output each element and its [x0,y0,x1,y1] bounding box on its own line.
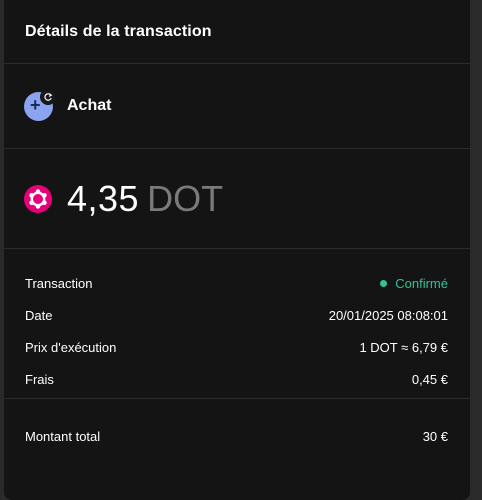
total-row: Montant total 30 € [4,399,470,474]
amount-value: 4,35 [67,177,140,219]
card-header: Détails de la transaction [4,0,470,64]
status-badge: Confirmé [380,276,448,291]
detail-value: 20/01/2025 08:08:01 [328,307,448,323]
detail-row-date: Date 20/01/2025 08:08:01 [25,299,448,331]
detail-label: Frais [25,371,54,387]
total-value: 30 € [422,429,448,444]
status-text: Confirmé [395,275,448,291]
detail-label: Date [25,307,53,323]
transaction-type-label: Achat [67,97,112,114]
detail-row-transaction: Transaction Confirmé [25,267,448,299]
amount-row: 4,35 DOT [4,149,470,249]
total-label: Montant total [25,429,101,444]
page-title: Détails de la transaction [25,22,212,40]
polkadot-icon [24,184,52,213]
detail-row-fees: Frais 0,45 € [25,363,448,395]
amount-unit: DOT [147,177,224,219]
detail-label: Prix d'exécution [25,339,117,355]
transaction-type-row: + Achat [4,64,470,149]
status-dot-icon [380,279,388,287]
detail-row-execution-price: Prix d'exécution 1 DOT ≈ 6,79 € [25,331,448,363]
buy-swap-icon: + [24,89,56,121]
detail-value: 1 DOT ≈ 6,79 € [359,339,448,355]
transaction-details-card: Détails de la transaction + Achat 4,35 D… [4,0,470,500]
detail-value: 0,45 € [411,371,448,387]
detail-label: Transaction [25,275,93,291]
details-section: Transaction Confirmé Date 20/01/2025 08:… [4,249,470,399]
